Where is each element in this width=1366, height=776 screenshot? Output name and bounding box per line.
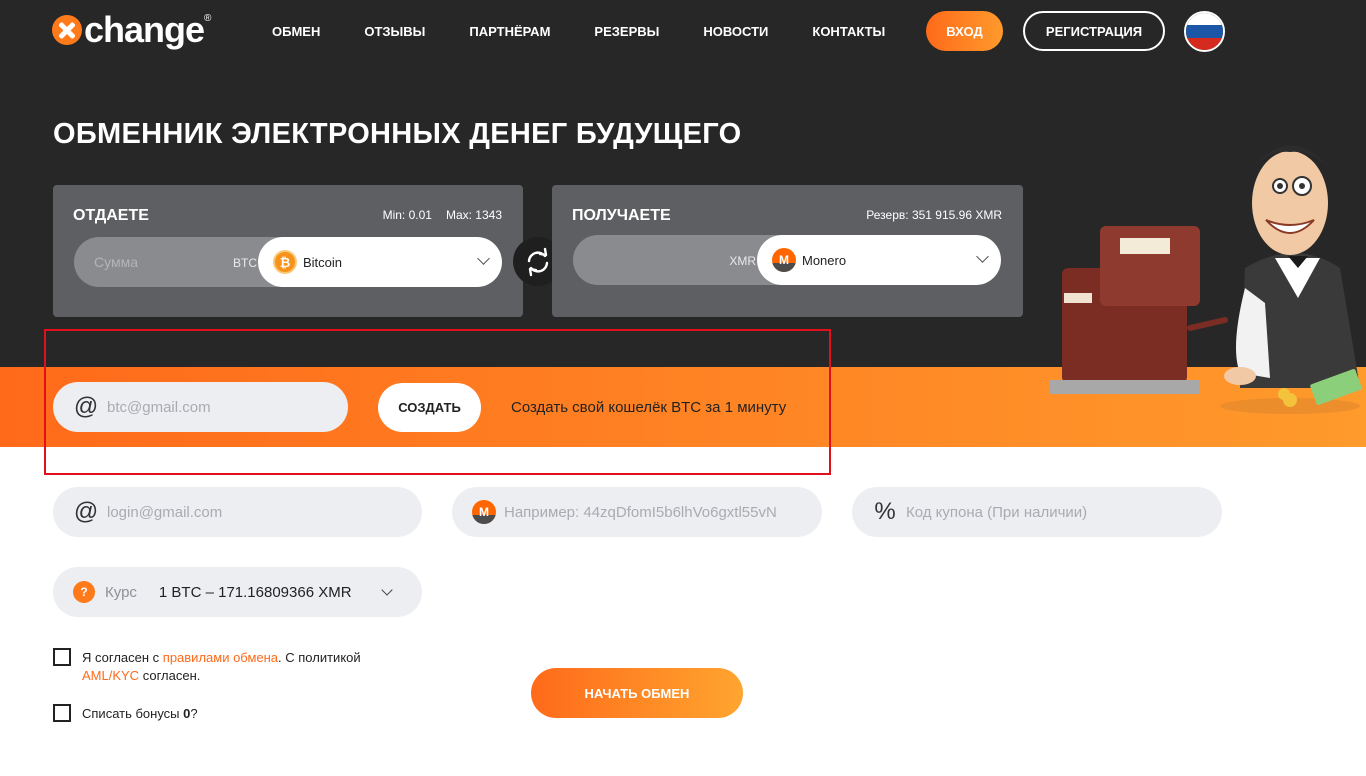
give-currency-code: BTC <box>233 256 257 270</box>
get-currency-code: XMR <box>729 254 756 268</box>
agree-rules-checkbox[interactable] <box>53 648 71 666</box>
use-bonus-checkbox[interactable] <box>53 704 71 722</box>
nav-item-reserves[interactable]: РЕЗЕРВЫ <box>594 24 659 39</box>
get-currency-select[interactable]: M Monero <box>757 235 1001 285</box>
swap-icon <box>527 247 548 276</box>
get-title: ПОЛУЧАЕТЕ <box>572 207 671 224</box>
give-limits: Min: 0.01 Max: 1343 <box>369 208 502 222</box>
main-nav: ОБМЕН ОТЗЫВЫ ПАРТНЁРАМ РЕЗЕРВЫ НОВОСТИ К… <box>272 24 929 39</box>
logo-registered-mark: ® <box>204 13 212 24</box>
logo-x-icon <box>52 15 82 45</box>
give-currency-name: Bitcoin <box>303 254 343 270</box>
chevron-down-icon <box>477 252 490 265</box>
ru-flag-icon[interactable] <box>1184 11 1225 52</box>
start-exchange-button[interactable]: НАЧАТЬ ОБМЕН <box>531 668 743 718</box>
reserve-text: Резерв: 351 915.96 XMR <box>866 208 1002 222</box>
aml-kyc-link[interactable]: AML/KYC <box>82 668 139 683</box>
monero-icon: M <box>772 248 796 272</box>
monero-icon: M <box>472 500 496 524</box>
min-limit: Min: 0.01 <box>382 208 432 222</box>
max-limit: Max: 1343 <box>445 208 502 222</box>
percent-icon: % <box>874 498 896 525</box>
email-placeholder: login@gmail.com <box>107 503 223 521</box>
get-panel: ПОЛУЧАЕТЕ Резерв: 351 915.96 XMR XMR M M… <box>552 185 1023 317</box>
rules-link[interactable]: правилами обмена <box>163 650 278 665</box>
get-currency-name: Monero <box>802 252 847 268</box>
bitcoin-icon: ₿ <box>273 250 297 274</box>
nav-item-exchange[interactable]: ОБМЕН <box>272 24 320 39</box>
cashier-character-illustration <box>1050 145 1362 414</box>
wallet-address-field[interactable]: M Например: 44zqDfomI5b6lhVo6gxtl55vN <box>452 487 822 537</box>
rate-value: 1 BTC – 171.16809366 XMR <box>158 583 352 601</box>
rate-label: Курс <box>105 583 137 601</box>
login-button[interactable]: ВХОД <box>926 11 1003 51</box>
give-currency-select[interactable]: ₿ Bitcoin <box>258 237 502 287</box>
chevron-down-icon <box>976 250 989 263</box>
help-icon[interactable]: ? <box>73 581 95 603</box>
agree-rules-label: Я согласен с правилами обмена. С политик… <box>82 650 361 683</box>
page-title: ОБМЕННИК ЭЛЕКТРОННЫХ ДЕНЕГ БУДУЩЕГО <box>53 118 742 150</box>
logo[interactable]: change ® <box>52 9 212 50</box>
rate-select[interactable]: ? Курс 1 BTC – 171.16809366 XMR <box>53 567 422 617</box>
nav-item-news[interactable]: НОВОСТИ <box>703 24 768 39</box>
address-placeholder: Например: 44zqDfomI5b6lhVo6gxtl55vN <box>504 503 777 521</box>
chevron-down-icon <box>381 584 393 596</box>
give-panel: ОТДАЕТЕ Min: 0.01 Max: 1343 Сумма BTC ₿ B… <box>53 185 523 317</box>
at-sign-icon: @ <box>73 498 99 525</box>
email-field[interactable]: @ login@gmail.com <box>53 487 422 537</box>
nav-item-reviews[interactable]: ОТЗЫВЫ <box>364 24 425 39</box>
amount-placeholder: Сумма <box>94 254 138 270</box>
nav-item-contacts[interactable]: КОНТАКТЫ <box>812 24 885 39</box>
use-bonus-label: Списать бонусы 0? <box>82 706 198 721</box>
highlight-box <box>44 329 831 475</box>
coupon-field[interactable]: % Код купона (При наличии) <box>852 487 1222 537</box>
nav-item-partners[interactable]: ПАРТНЁРАМ <box>469 24 550 39</box>
coupon-placeholder: Код купона (При наличии) <box>906 503 1088 521</box>
logo-text: change <box>84 9 205 50</box>
exchange-page: change ® ОБМЕН ОТЗЫВЫ ПАРТНЁРАМ РЕЗЕРВЫ … <box>0 0 1366 776</box>
register-button[interactable]: РЕГИСТРАЦИЯ <box>1023 11 1165 51</box>
give-title: ОТДАЕТЕ <box>73 207 149 224</box>
